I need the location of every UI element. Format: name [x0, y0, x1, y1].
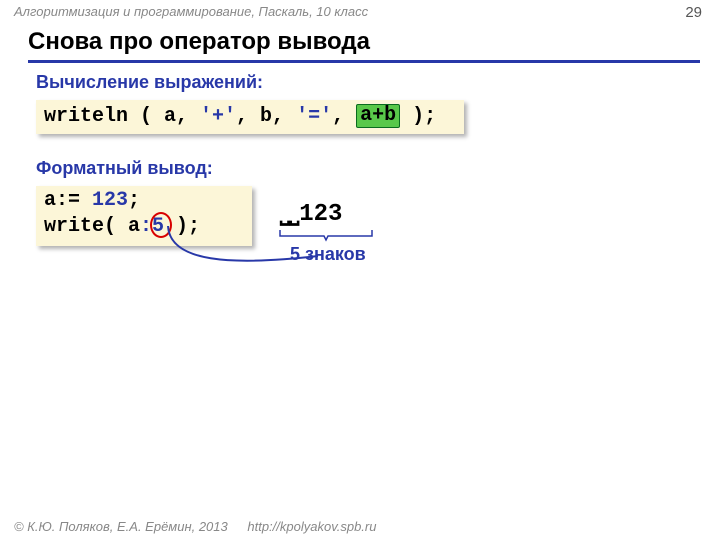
circled-number: 5 — [152, 214, 164, 240]
code-text: ); — [400, 105, 436, 128]
code-text: , — [332, 105, 356, 128]
code-string: '=' — [296, 105, 332, 128]
code-string: '+' — [200, 105, 236, 128]
section1-heading: Вычисление выражений: — [36, 72, 263, 93]
page-number: 29 — [685, 4, 702, 21]
code-block-2: a:= 123; write( a:5 ); — [36, 186, 252, 246]
code-text: , b, — [236, 105, 296, 128]
code-text: write( a — [44, 215, 140, 238]
code-text: a:= — [44, 189, 92, 212]
code-text: ; — [128, 189, 140, 212]
footer: © К.Ю. Поляков, Е.А. Ерёмин, 2013 http:/… — [14, 519, 376, 534]
annotation-label: 5 знаков — [290, 244, 366, 265]
code-text: writeln ( a, — [44, 105, 200, 128]
code-number: 123 — [92, 189, 128, 212]
highlight-expression: a+b — [356, 104, 400, 128]
output-sample: ⎵⎵123 — [280, 200, 342, 228]
space-symbols: ⎵⎵ — [280, 201, 299, 228]
page-title: Снова про оператор вывода — [28, 28, 700, 63]
code-number: 5 — [152, 215, 164, 238]
copyright: © К.Ю. Поляков, Е.А. Ерёмин, 2013 — [14, 519, 228, 534]
code-line-1: a:= 123; — [44, 188, 244, 214]
header-meta: Алгоритмизация и программирование, Паска… — [14, 4, 368, 19]
code-block-1: writeln ( a, '+', b, '=', a+b ); — [36, 100, 464, 134]
output-value: 123 — [299, 201, 342, 228]
code-line-2: write( a:5 ); — [44, 214, 244, 240]
footer-url: http://kpolyakov.spb.ru — [247, 519, 376, 534]
brace-icon — [278, 228, 378, 244]
section2-heading: Форматный вывод: — [36, 158, 213, 179]
